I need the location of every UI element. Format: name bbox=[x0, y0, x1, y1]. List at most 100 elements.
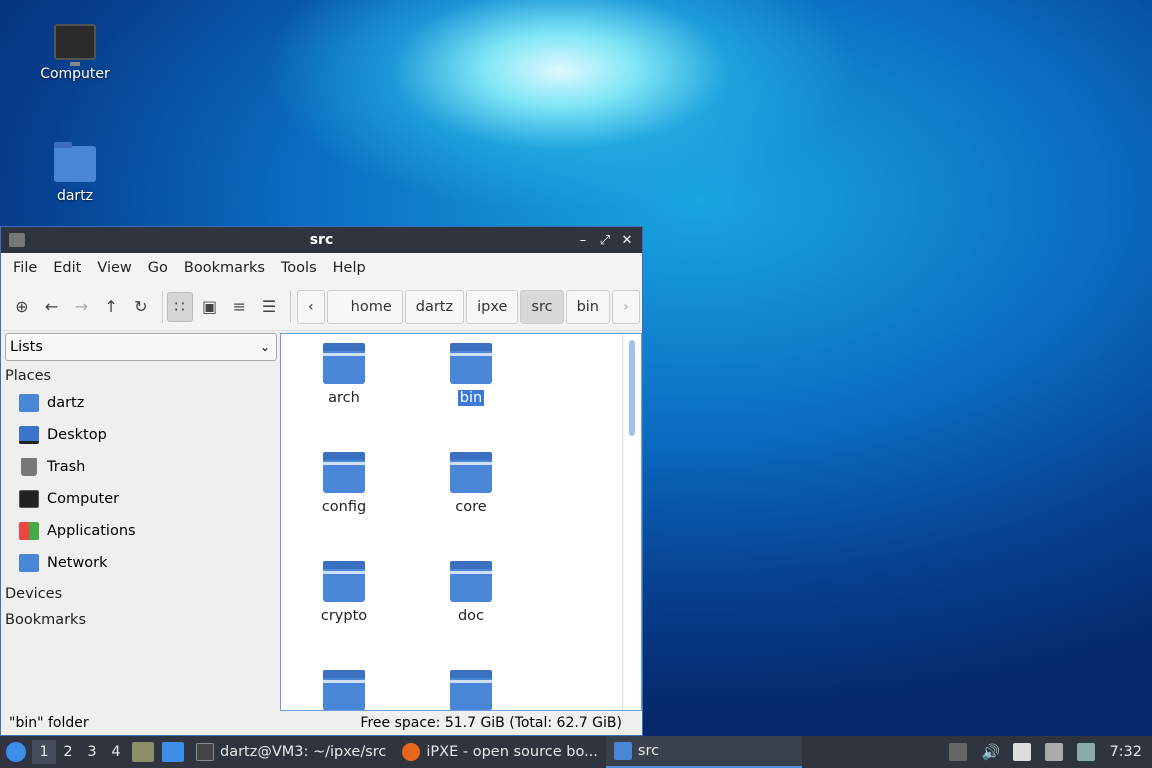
sidebar-item-desktop[interactable]: Desktop bbox=[5, 419, 277, 451]
folder-item-doc[interactable]: doc bbox=[416, 561, 526, 624]
window-titlebar[interactable]: src – ⤢ ✕ bbox=[1, 227, 642, 253]
task-file-manager[interactable]: src bbox=[605, 736, 802, 768]
folder-item[interactable] bbox=[416, 670, 526, 710]
folder-item-config[interactable]: config bbox=[289, 452, 399, 515]
sidebar-item-label: Network bbox=[47, 555, 108, 571]
folder-icon bbox=[323, 343, 365, 384]
folder-icon bbox=[613, 742, 632, 760]
icon-view-button[interactable]: ∷ bbox=[166, 291, 193, 322]
taskbar: 1 2 3 4 dartz@VM3: ~/ipxe/src iPXE - ope… bbox=[0, 736, 1152, 768]
workspace-3-button[interactable]: 3 bbox=[80, 744, 104, 760]
path-crumb-bin[interactable]: bin bbox=[565, 289, 611, 324]
sidebar-item-label: dartz bbox=[47, 395, 85, 411]
workspace-2-button[interactable]: 2 bbox=[56, 744, 80, 760]
maximize-button[interactable]: ⤢ bbox=[598, 233, 612, 248]
reload-button[interactable]: ↻ bbox=[128, 292, 154, 322]
file-manager-launcher-icon[interactable] bbox=[132, 742, 154, 762]
update-icon[interactable] bbox=[949, 743, 968, 761]
folder-icon bbox=[450, 343, 492, 384]
places-header[interactable]: Places bbox=[5, 365, 277, 387]
new-tab-button[interactable]: ⊕ bbox=[9, 292, 35, 322]
menu-bookmarks[interactable]: Bookmarks bbox=[176, 260, 273, 276]
toolbar-separator bbox=[289, 290, 291, 323]
desktop-icon bbox=[19, 426, 39, 444]
devices-header[interactable]: Devices bbox=[5, 583, 277, 605]
sidebar-item-applications[interactable]: Applications bbox=[5, 515, 277, 547]
notification-icon[interactable] bbox=[1077, 743, 1096, 761]
clock[interactable]: 7:32 bbox=[1109, 744, 1142, 760]
detailed-view-button[interactable]: ☰ bbox=[256, 292, 282, 322]
menu-tools[interactable]: Tools bbox=[273, 260, 325, 276]
task-label: dartz@VM3: ~/ipxe/src bbox=[220, 744, 387, 760]
desktop-icon-computer[interactable]: Computer bbox=[30, 24, 120, 82]
folder-item[interactable] bbox=[289, 670, 399, 710]
scrollbar-thumb[interactable] bbox=[629, 340, 635, 436]
folder-name: core bbox=[455, 499, 487, 515]
folder-name: crypto bbox=[320, 608, 368, 624]
folder-icon bbox=[450, 561, 492, 602]
thumbnail-view-button[interactable]: ▣ bbox=[197, 292, 223, 322]
workspace-1-button[interactable]: 1 bbox=[32, 740, 56, 764]
path-crumb-dartz[interactable]: dartz bbox=[404, 289, 465, 324]
menu-bar: File Edit View Go Bookmarks Tools Help bbox=[1, 253, 642, 283]
menu-file[interactable]: File bbox=[5, 260, 45, 276]
status-selection: "bin" folder bbox=[9, 715, 89, 731]
network-icon[interactable] bbox=[1045, 743, 1064, 761]
path-crumb-src[interactable]: src bbox=[520, 289, 564, 324]
show-desktop-icon[interactable] bbox=[162, 742, 184, 762]
sidebar-mode-value: Lists bbox=[10, 339, 43, 355]
sidebar: Lists ⌄ Places dartz Desktop Trash Compu… bbox=[5, 333, 277, 711]
forward-button[interactable]: → bbox=[69, 292, 95, 322]
lubuntu-logo-icon bbox=[6, 742, 26, 762]
sidebar-item-computer[interactable]: Computer bbox=[5, 483, 277, 515]
path-scroll-right-button[interactable]: › bbox=[612, 289, 641, 324]
compact-view-button[interactable]: ≡ bbox=[226, 292, 252, 322]
window-title: src bbox=[309, 232, 334, 248]
file-view[interactable]: arch bin config core crypto doc bbox=[280, 333, 642, 711]
folder-name: doc bbox=[457, 608, 485, 624]
computer-icon bbox=[19, 490, 39, 508]
network-folder-icon bbox=[19, 554, 39, 572]
folder-item-core[interactable]: core bbox=[416, 452, 526, 515]
menu-view[interactable]: View bbox=[89, 260, 139, 276]
firefox-icon bbox=[402, 743, 421, 761]
status-bar: "bin" folder Free space: 51.7 GiB (Total… bbox=[1, 711, 642, 735]
folder-item-crypto[interactable]: crypto bbox=[289, 561, 399, 624]
path-scroll-left-button[interactable]: ‹ bbox=[296, 289, 325, 324]
volume-icon[interactable]: 🔊 bbox=[981, 743, 1000, 761]
menu-edit[interactable]: Edit bbox=[45, 260, 89, 276]
desktop-icon-dartz[interactable]: dartz bbox=[30, 142, 120, 204]
back-button[interactable]: ← bbox=[39, 292, 65, 322]
menu-help[interactable]: Help bbox=[325, 260, 374, 276]
system-tray: 🔊 7:32 bbox=[949, 743, 1152, 761]
scrollbar-track bbox=[622, 334, 623, 710]
sidebar-item-dartz[interactable]: dartz bbox=[5, 387, 277, 419]
path-bar: ‹ home dartz ipxe src bin › bbox=[296, 289, 642, 324]
chevron-down-icon: ⌄ bbox=[259, 340, 270, 354]
clipboard-icon[interactable] bbox=[1013, 743, 1032, 761]
folder-icon bbox=[450, 670, 492, 710]
computer-icon bbox=[54, 24, 96, 66]
home-folder-icon bbox=[54, 142, 96, 182]
bookmarks-header[interactable]: Bookmarks bbox=[5, 609, 277, 631]
task-terminal[interactable]: dartz@VM3: ~/ipxe/src bbox=[188, 736, 394, 768]
task-firefox[interactable]: iPXE - open source bo... bbox=[394, 736, 606, 768]
toolbar-separator bbox=[161, 290, 163, 323]
folder-item-arch[interactable]: arch bbox=[289, 343, 399, 406]
up-button[interactable]: ↑ bbox=[98, 292, 124, 322]
close-button[interactable]: ✕ bbox=[620, 233, 634, 248]
sidebar-item-network[interactable]: Network bbox=[5, 547, 277, 579]
applications-icon bbox=[19, 522, 39, 540]
path-crumb-home[interactable]: home bbox=[326, 289, 403, 324]
sidebar-mode-select[interactable]: Lists ⌄ bbox=[5, 333, 277, 361]
sidebar-item-trash[interactable]: Trash bbox=[5, 451, 277, 483]
workspace-4-button[interactable]: 4 bbox=[104, 744, 128, 760]
folder-name: config bbox=[321, 499, 367, 515]
start-menu-button[interactable] bbox=[0, 736, 32, 768]
path-crumb-ipxe[interactable]: ipxe bbox=[466, 289, 519, 324]
folder-item-bin[interactable]: bin bbox=[416, 343, 526, 406]
folder-icon bbox=[323, 561, 365, 602]
minimize-button[interactable]: – bbox=[576, 233, 590, 248]
sidebar-item-label: Applications bbox=[47, 523, 136, 539]
menu-go[interactable]: Go bbox=[140, 260, 176, 276]
